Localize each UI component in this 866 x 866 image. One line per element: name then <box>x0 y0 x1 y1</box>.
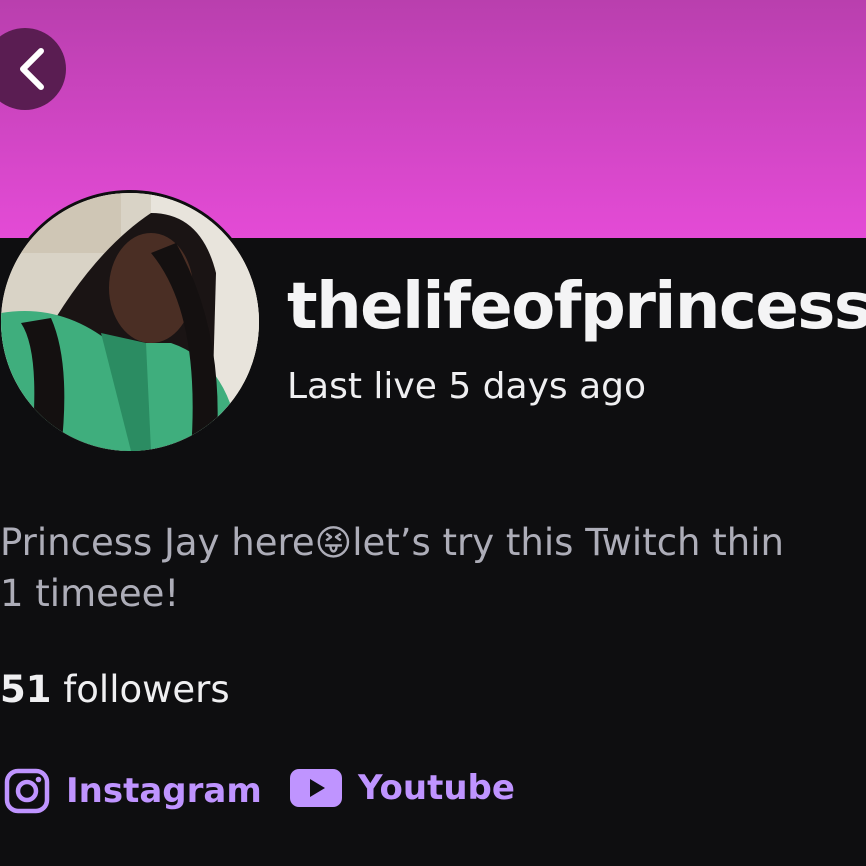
followers-label: followers <box>51 668 230 711</box>
avatar[interactable] <box>0 190 262 454</box>
bio-text: Princess Jay here <box>0 521 315 564</box>
youtube-link[interactable]: Youtube <box>290 768 515 808</box>
instagram-label: Instagram <box>66 771 262 811</box>
instagram-link[interactable]: Instagram <box>4 768 262 814</box>
bio-text-line2: 1 timeee! <box>0 572 180 615</box>
bio: Princess Jay here😝let’s try this Twitch … <box>0 518 866 619</box>
last-live-status: Last live 5 days ago <box>287 366 647 407</box>
youtube-icon <box>290 769 342 807</box>
username: thelifeofprincessj <box>287 270 866 344</box>
followers-count: 51 followers <box>0 668 230 711</box>
chevron-left-icon <box>20 48 44 90</box>
squinting-tongue-emoji: 😝 <box>314 523 353 564</box>
followers-number: 51 <box>0 668 52 711</box>
instagram-icon <box>4 768 50 814</box>
avatar-image <box>1 193 259 451</box>
youtube-label: Youtube <box>358 768 515 808</box>
bio-text-continued: let’s try this Twitch thin <box>352 521 784 564</box>
